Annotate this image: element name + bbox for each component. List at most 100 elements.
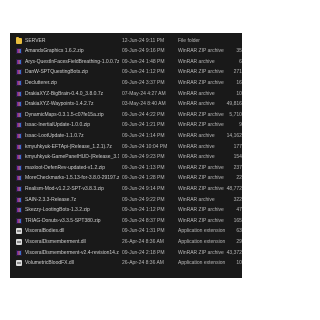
file-size: 63 KB: [236, 228, 242, 235]
file-size: 9 KB: [239, 122, 242, 129]
file-size: 177 KB: [233, 143, 242, 150]
file-date-modified: 07-May-24 4:27 AM: [122, 90, 166, 97]
file-date-modified: 09-Jun-24 1:14 PM: [122, 132, 165, 139]
dll-file-icon: [16, 228, 22, 235]
file-date-modified: 09-Jun-24 2:18 PM: [122, 249, 165, 256]
file-name: Arys-QuestInFacesFieldBreathing-1.0.0.7z: [25, 58, 119, 65]
file-size: 47 KB: [236, 207, 242, 214]
dll-file-icon: [16, 238, 22, 245]
file-row[interactable]: DrakiaXYZ-BigBrain-0.4.0_3.8.0.7z 07-May-…: [10, 90, 242, 98]
file-size: 49,816 KB: [226, 101, 242, 108]
file-date-modified: 09-Jun-24 9:16 PM: [122, 48, 165, 55]
file-row[interactable]: VolumetricBloodFX.dll 26-Apr-24 8:36 AM Ap…: [10, 259, 242, 267]
file-date-modified: 09-Jun-24 1:12 PM: [122, 69, 165, 76]
file-date-modified: 26-Apr-24 8:36 AM: [122, 260, 164, 267]
file-row[interactable]: MoreCheckmarks-1.5.13-for-3.8.0-29197.zi…: [10, 174, 242, 182]
file-date-modified: 09-Jun-24 1:48 PM: [122, 58, 165, 65]
file-size: 237 KB: [233, 164, 242, 171]
file-size: 22 KB: [236, 175, 242, 182]
zip-archive-icon: [16, 249, 22, 256]
file-row[interactable]: Issac-LootUpdate-1.1.0.7z 09-Jun-24 1:14 …: [10, 132, 242, 140]
file-row[interactable]: Declutterer.zip 09-Jun-24 3:37 PM WinRAR Z…: [10, 79, 242, 87]
file-date-modified: 09-Jun-24 8:37 PM: [122, 217, 165, 224]
zip-archive-icon: [16, 90, 22, 97]
file-size: 271 KB: [233, 69, 242, 76]
file-date-modified: 26-Apr-24 8:36 AM: [122, 238, 164, 245]
file-date-modified: 09-Jun-24 1:31 PM: [122, 228, 165, 235]
file-name: VolumetricBloodFX.dll: [25, 260, 74, 267]
file-row[interactable]: maxloot-DefenRev-updated-v1.2.zip 09-Jun-…: [10, 164, 242, 172]
file-row[interactable]: kmyuhkyuk-GamePanelHUD-(Release_3.1.0).7…: [10, 153, 242, 161]
file-size: 322 KB: [233, 196, 242, 203]
file-name: VisceralDismemberment.dll: [25, 238, 86, 245]
file-size: 165 KB: [233, 217, 242, 224]
file-date-modified: 09-Jun-24 4:22 PM: [122, 111, 165, 118]
file-size: 5,710 KB: [229, 111, 242, 118]
file-date-modified: 09-Jun-24 1:12 PM: [122, 207, 165, 214]
zip-archive-icon: [16, 48, 22, 55]
file-name: DynamicMaps-0.3.1.5-c07fe15a.zip: [25, 111, 104, 118]
file-name: MoreCheckmarks-1.5.13-for-3.8.0-29197.zi…: [25, 175, 119, 182]
file-size: 10 KB: [236, 90, 242, 97]
dll-file-icon: [16, 260, 22, 267]
zip-archive-icon: [16, 154, 22, 161]
file-row[interactable]: VisceralBodies.dll 09-Jun-24 1:31 PM Appli…: [10, 227, 242, 235]
file-date-modified: 12-Jun-24 9:11 PM: [122, 37, 165, 44]
file-date-modified: 09-Jun-24 9:22 PM: [122, 196, 165, 203]
file-name: Declutterer.zip: [25, 79, 57, 86]
file-row[interactable]: Skezzy-LootingBots-1.3.2.zip 09-Jun-24 1:…: [10, 206, 242, 214]
zip-archive-icon: [16, 164, 22, 171]
zip-archive-icon: [16, 132, 22, 139]
file-name: VisceralBodies.dll: [25, 228, 65, 235]
file-row[interactable]: DrakiaXYZ-Waypoints-1.4.2.7z 03-May-24 8:…: [10, 100, 242, 108]
file-row[interactable]: SAIN-2.3.3-Release.7z 09-Jun-24 9:22 PM Wi…: [10, 196, 242, 204]
file-size: 43,372 KB: [226, 249, 242, 256]
file-row[interactable]: DynamicMaps-0.3.1.5-c07fe15a.zip 09-Jun-2…: [10, 111, 242, 119]
file-row[interactable]: DanW-SPTQuestingBots.zip 09-Jun-24 1:12 P…: [10, 68, 242, 76]
file-name: DrakiaXYZ-BigBrain-0.4.0_3.8.0.7z: [25, 90, 104, 97]
file-name: TRIAG-Donuts-v3.3.5-SPT380.zip: [25, 217, 101, 224]
file-name: maxloot-DefenRev-updated-v1.2.zip: [25, 164, 106, 171]
file-name: kmyuhkyuk-GamePanelHUD-(Release_3.1.0).7…: [25, 154, 119, 161]
file-date-modified: 09-Jun-24 9:23 PM: [122, 154, 165, 161]
file-row[interactable]: Issac-InertialUpdate-1.0.0.zip 09-Jun-24 …: [10, 121, 242, 129]
folder-icon: [16, 36, 22, 44]
file-size: 14,162 KB: [226, 132, 242, 139]
file-date-modified: 09-Jun-24 3:37 PM: [122, 79, 165, 86]
file-name: DanW-SPTQuestingBots.zip: [25, 69, 88, 76]
zip-archive-icon: [16, 185, 22, 192]
file-date-modified: 03-May-24 8:40 AM: [122, 101, 166, 108]
zip-archive-icon: [16, 217, 22, 224]
zip-archive-icon: [16, 143, 22, 150]
file-row[interactable]: kmyuhkyuk-EFTApi-(Release_1.2.1).7z 09-Ju…: [10, 143, 242, 151]
file-explorer-window: SERVER 12-Jun-24 9:11 PM File folder Amands…: [0, 0, 320, 320]
file-name: DrakiaXYZ-Waypoints-1.4.2.7z: [25, 101, 94, 108]
file-name: Skezzy-LootingBots-1.3.2.zip: [25, 207, 90, 214]
zip-archive-icon: [16, 69, 22, 76]
file-name: Issac-InertialUpdate-1.0.0.zip: [25, 122, 91, 129]
file-name: kmyuhkyuk-EFTApi-(Release_1.2.1).7z: [25, 143, 112, 150]
file-date-modified: 09-Jun-24 1:28 PM: [122, 175, 165, 182]
file-list: SERVER 12-Jun-24 9:11 PM File folder Amands…: [10, 33, 242, 278]
file-size: 6 KB: [239, 58, 242, 65]
zip-archive-icon: [16, 79, 22, 86]
file-row[interactable]: AmandsGraphics 1.6.2.zip 09-Jun-24 9:16 P…: [10, 47, 242, 55]
zip-archive-icon: [16, 101, 22, 108]
file-date-modified: 09-Jun-24 9:14 PM: [122, 185, 165, 192]
file-row[interactable]: SERVER 12-Jun-24 9:11 PM File folder: [10, 36, 242, 45]
file-row[interactable]: VisceralDismemberment-v2.4-revision14.zi…: [10, 249, 242, 257]
zip-archive-icon: [16, 122, 22, 129]
file-row[interactable]: Realism-Mod-v1.2.2-SPT-v3.8.3.zip 09-Jun-…: [10, 185, 242, 193]
file-row[interactable]: Arys-QuestInFacesFieldBreathing-1.0.0.7z…: [10, 58, 242, 66]
file-type: File folder: [178, 37, 200, 44]
file-name: SERVER: [25, 37, 46, 44]
zip-archive-icon: [16, 111, 22, 118]
zip-archive-icon: [16, 175, 22, 182]
file-size: 29 KB: [236, 238, 242, 245]
file-row[interactable]: VisceralDismemberment.dll 26-Apr-24 8:36 …: [10, 238, 242, 246]
file-row[interactable]: TRIAG-Donuts-v3.3.5-SPT380.zip 09-Jun-24 …: [10, 217, 242, 225]
file-size: 35 KB: [236, 48, 242, 55]
file-size: 48,772 KB: [226, 185, 242, 192]
file-size: 154 KB: [233, 154, 242, 161]
file-name: VisceralDismemberment-v2.4-revision14.zi…: [25, 249, 119, 256]
